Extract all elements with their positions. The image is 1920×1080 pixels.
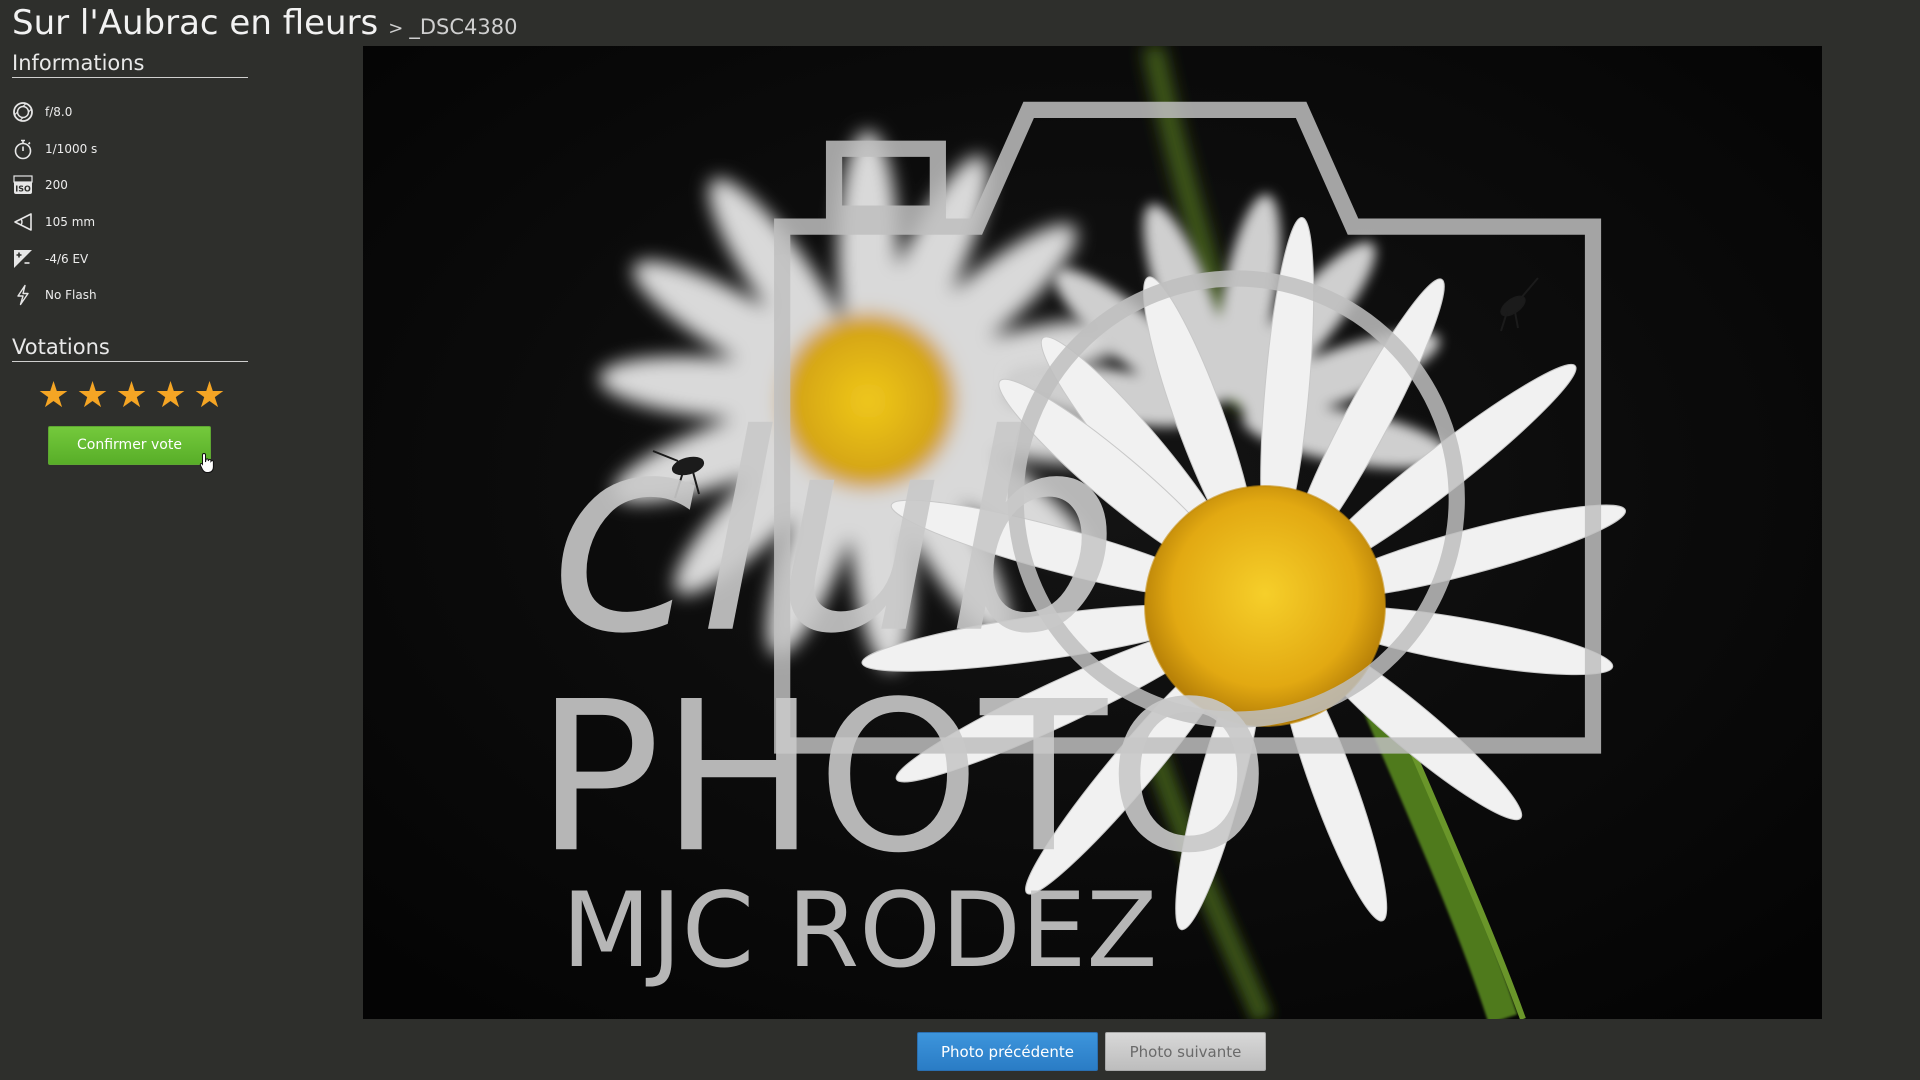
iso-value: 200 — [45, 178, 68, 193]
confirm-vote-button[interactable]: Confirmer vote — [48, 425, 211, 465]
watermark-mjc-text: MJC RODEZ — [562, 871, 1158, 991]
flash-icon — [12, 283, 34, 307]
exif-info-list: f/8.0 1/1000 s ISO 200 105 mm -4/6 EV No… — [12, 94, 248, 314]
watermark-photo-text: PHOTO — [536, 656, 1271, 898]
previous-photo-button[interactable]: Photo précédente — [917, 1032, 1098, 1071]
star-icon[interactable]: ★ — [34, 377, 73, 414]
photo-name: _DSC4380 — [409, 15, 518, 39]
informations-heading: Informations — [12, 50, 248, 78]
info-shutter-speed: 1/1000 s — [12, 131, 248, 168]
focal-length-icon — [12, 210, 34, 234]
club-photo-watermark: club PHOTO MJC RODEZ — [536, 101, 1602, 991]
album-title: Sur l'Aubrac en fleurs — [12, 3, 379, 43]
stopwatch-icon — [12, 137, 34, 161]
flash-value: No Flash — [45, 288, 97, 303]
star-icon[interactable]: ★ — [73, 377, 112, 414]
next-photo-button[interactable]: Photo suivante — [1105, 1032, 1266, 1071]
aperture-value: f/8.0 — [45, 105, 73, 120]
page-header: Sur l'Aubrac en fleurs > _DSC4380 — [12, 0, 517, 46]
star-icon[interactable]: ★ — [112, 377, 151, 414]
watermark-club-text: club — [549, 377, 1120, 694]
info-flash: No Flash — [12, 277, 248, 314]
info-aperture: f/8.0 — [12, 94, 248, 131]
star-icon[interactable]: ★ — [151, 377, 190, 414]
exposure-value: -4/6 EV — [45, 251, 89, 266]
photo-navigation: Photo précédente Photo suivante — [917, 1032, 1266, 1071]
focal-length-value: 105 mm — [45, 215, 96, 230]
svg-text:ISO: ISO — [15, 185, 31, 194]
star-icon[interactable]: ★ — [190, 377, 229, 414]
breadcrumb-separator: > — [388, 18, 404, 39]
iso-icon: ISO — [12, 173, 34, 197]
aperture-icon — [12, 100, 34, 124]
info-iso: ISO 200 — [12, 167, 248, 204]
main-photo: club PHOTO MJC RODEZ — [363, 46, 1822, 1019]
shutter-speed-value: 1/1000 s — [45, 141, 98, 156]
star-rating: ★ ★ ★ ★ ★ — [34, 377, 248, 414]
hand-cursor-icon — [199, 452, 214, 473]
sidebar: Informations f/8.0 1/1000 s ISO 200 105 … — [12, 50, 248, 465]
info-exposure: -4/6 EV — [12, 240, 248, 277]
votations-heading: Votations — [12, 334, 248, 362]
exposure-icon — [12, 247, 34, 271]
info-focal-length: 105 mm — [12, 204, 248, 241]
